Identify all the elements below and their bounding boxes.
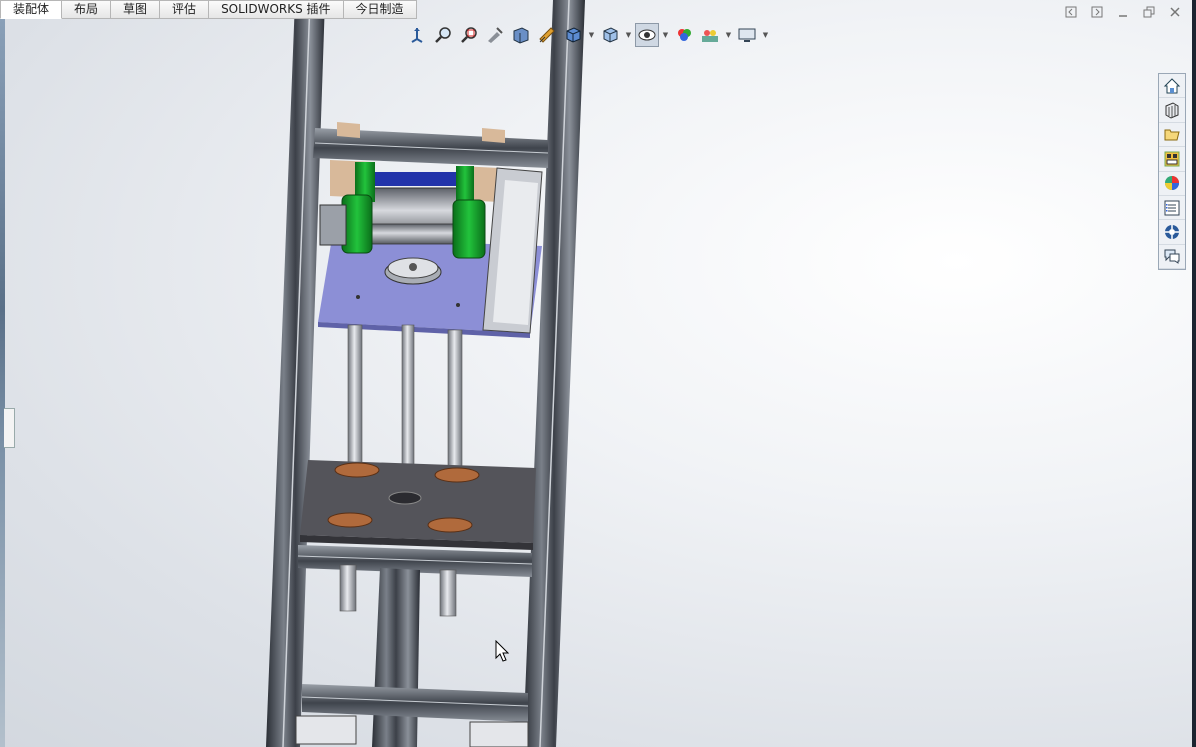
dynamic-annotation-views-icon[interactable] — [535, 23, 559, 47]
display-style-icon[interactable] — [598, 23, 622, 47]
tile-right-icon[interactable] — [1086, 2, 1108, 22]
tab-sketch[interactable]: 草图 — [111, 0, 161, 19]
file-explorer-icon[interactable] — [1159, 123, 1185, 148]
cad-model-viewport[interactable] — [0, 0, 1196, 747]
tab-assembly[interactable]: 装配体 — [0, 0, 63, 19]
tab-layout[interactable]: 布局 — [62, 0, 112, 19]
minimize-icon[interactable] — [1112, 2, 1134, 22]
discussion-icon[interactable] — [1159, 245, 1185, 270]
zoom-to-fit-icon[interactable] — [431, 23, 455, 47]
design-library-icon[interactable] — [1159, 98, 1185, 123]
mouse-cursor-icon — [495, 640, 510, 662]
task-pane — [1158, 73, 1186, 271]
solidworks-forum-icon[interactable] — [1159, 220, 1185, 245]
command-manager-tabs: 装配体 布局 草图 评估 SOLIDWORKS 插件 今日制造 — [0, 0, 417, 19]
chevron-down-icon[interactable]: ▼ — [587, 23, 596, 47]
tab-solidworks-addins[interactable]: SOLIDWORKS 插件 — [209, 0, 344, 19]
close-icon[interactable] — [1164, 2, 1186, 22]
tile-left-icon[interactable] — [1060, 2, 1082, 22]
appearances-scenes-icon[interactable] — [1159, 172, 1185, 196]
chevron-down-icon[interactable]: ▼ — [624, 23, 633, 47]
window-controls — [1060, 2, 1186, 22]
custom-properties-icon[interactable] — [1159, 196, 1185, 221]
tab-evaluate[interactable]: 评估 — [160, 0, 210, 19]
zoom-to-area-icon[interactable] — [457, 23, 481, 47]
view-palette-icon[interactable] — [1159, 147, 1185, 172]
view-orientation-icon[interactable] — [405, 23, 429, 47]
view-settings-icon[interactable] — [735, 23, 759, 47]
chevron-down-icon[interactable]: ▼ — [761, 23, 770, 47]
view-orientation-cube-icon[interactable] — [561, 23, 585, 47]
tab-manufacture[interactable]: 今日制造 — [343, 0, 417, 19]
restore-icon[interactable] — [1138, 2, 1160, 22]
left-rail — [266, 0, 325, 747]
edit-appearance-icon[interactable] — [672, 23, 696, 47]
hide-show-items-icon[interactable] — [635, 23, 659, 47]
chevron-down-icon[interactable]: ▼ — [661, 23, 670, 47]
solidworks-resources-icon[interactable] — [1159, 74, 1185, 99]
chevron-down-icon[interactable]: ▼ — [724, 23, 733, 47]
apply-scene-icon[interactable] — [698, 23, 722, 47]
section-view-icon[interactable] — [509, 23, 533, 47]
previous-view-icon[interactable] — [483, 23, 507, 47]
heads-up-view-toolbar: ▼ ▼ ▼ ▼ ▼ — [405, 22, 770, 48]
